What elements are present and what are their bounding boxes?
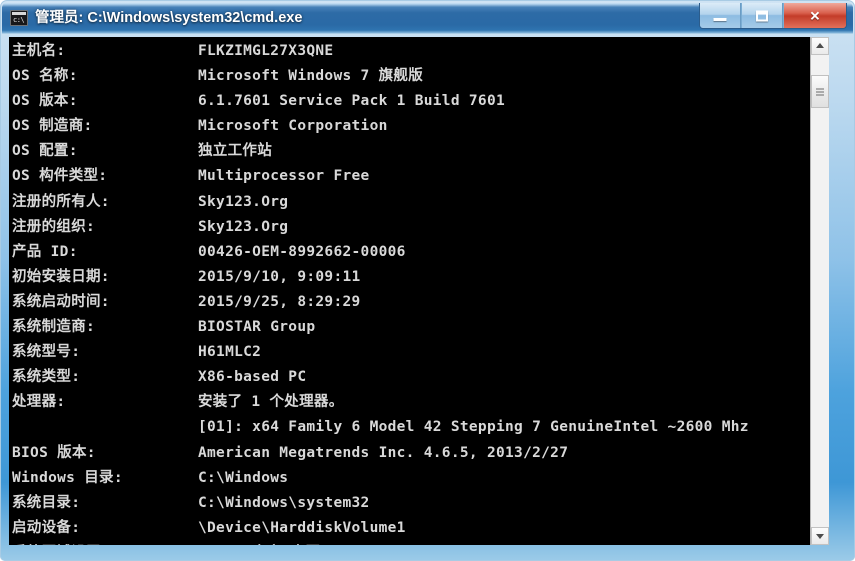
console-line: 系统目录: C:\Windows\system32 <box>12 491 829 516</box>
console-line-value: FLKZIMGL27X3QNE <box>198 43 334 59</box>
maximize-button[interactable] <box>741 3 783 28</box>
console-line: OS 构件类型: Multiprocessor Free <box>12 164 829 189</box>
console-line: 产品 ID: 00426-OEM-8992662-00006 <box>12 240 829 265</box>
console-line-label: 系统类型: <box>12 369 81 386</box>
minimize-icon <box>713 17 727 21</box>
console-line: 注册的所有人: Sky123.Org <box>12 190 829 215</box>
console-line: 系统类型: X86-based PC <box>12 365 829 390</box>
console-text: 主机名: FLKZIMGL27X3QNE OS 名称: Microsoft Windo… <box>12 39 829 545</box>
maximize-icon <box>756 10 768 21</box>
close-icon: ✕ <box>809 8 821 23</box>
console-line-value: Multiprocessor Free <box>198 168 370 185</box>
console-line-label: 初始安装日期: <box>12 268 110 285</box>
console-line-label: OS 构件类型: <box>12 168 108 185</box>
console-line-value: Sky123.Org <box>198 218 289 235</box>
grip-icon <box>816 88 824 95</box>
console-line-label: OS 版本: <box>12 93 78 110</box>
scroll-down-button[interactable] <box>811 527 829 545</box>
console-line-label: OS 名称: <box>12 68 78 85</box>
scroll-up-button[interactable] <box>811 37 829 55</box>
console-line-value: Microsoft Windows 7 旗舰版 <box>198 68 423 85</box>
console-line-value: American Megatrends Inc. 4.6.5, 2013/2/2… <box>198 444 569 461</box>
cmd-console-icon: c:\ <box>10 10 28 26</box>
console-line-value: 2015/9/10, 9:09:11 <box>198 268 361 285</box>
console-line-label: OS 配置: <box>12 143 78 160</box>
console-line-label: 注册的所有人: <box>12 193 110 210</box>
console-line: 系统制造商: BIOSTAR Group <box>12 315 829 340</box>
console-line-label: Windows 目录: <box>12 469 123 486</box>
console-scrollbar[interactable] <box>810 37 829 545</box>
console-line: 系统区域设置:zh-cn;中文(中国) <box>12 541 829 546</box>
console-line: 系统启动时间: 2015/9/25, 8:29:29 <box>12 290 829 315</box>
chevron-down-icon <box>816 534 824 539</box>
console-line: 系统型号: H61MLC2 <box>12 340 829 365</box>
icon-prompt-glyph: c:\ <box>13 16 25 24</box>
console-line: 启动设备: \Device\HarddiskVolume1 <box>12 516 829 541</box>
console-line-label: 系统启动时间: <box>12 293 110 310</box>
console-line-value: C:\Windows\system32 <box>198 494 370 511</box>
console-line-value: X86-based PC <box>198 369 307 386</box>
scrollbar-thumb[interactable] <box>811 75 829 108</box>
close-button[interactable]: ✕ <box>783 3 846 28</box>
console-output-area[interactable]: 主机名: FLKZIMGL27X3QNE OS 名称: Microsoft Windo… <box>9 37 829 545</box>
console-line: OS 制造商: Microsoft Corporation <box>12 114 829 139</box>
console-line: [01]: x64 Family 6 Model 42 Stepping 7 G… <box>12 415 829 440</box>
console-line-value: [01]: x64 Family 6 Model 42 Stepping 7 G… <box>198 419 749 436</box>
window-title: 管理员: C:\Windows\system32\cmd.exe <box>35 10 303 26</box>
console-line-label: 产品 ID: <box>12 243 78 260</box>
console-line-label: 主机名: <box>12 43 66 59</box>
console-line-value: C:\Windows <box>198 469 289 486</box>
console-line: OS 配置: 独立工作站 <box>12 139 829 164</box>
console-line-label: 系统制造商: <box>12 319 96 336</box>
console-line-label: 系统目录: <box>12 494 81 511</box>
console-line-value: 安装了 1 个处理器。 <box>198 394 344 411</box>
console-line: 注册的组织: Sky123.Org <box>12 215 829 240</box>
console-line: BIOS 版本: American Megatrends Inc. 4.6.5, … <box>12 441 829 466</box>
console-line-value: H61MLC2 <box>198 344 262 361</box>
console-line: 初始安装日期: 2015/9/10, 9:09:11 <box>12 265 829 290</box>
console-line: OS 名称: Microsoft Windows 7 旗舰版 <box>12 64 829 89</box>
console-line-value: zh-cn;中文(中国) <box>198 541 329 546</box>
console-line-label: BIOS 版本: <box>12 444 96 461</box>
console-line-label: 处理器: <box>12 394 66 411</box>
minimize-button[interactable] <box>700 3 741 28</box>
console-line-value: Microsoft Corporation <box>198 118 388 135</box>
console-line: OS 版本: 6.1.7601 Service Pack 1 Build 7601 <box>12 89 829 114</box>
icon-titlebar-strip <box>12 12 26 15</box>
chevron-up-icon <box>816 43 824 48</box>
console-line-value: \Device\HarddiskVolume1 <box>198 519 406 536</box>
window-controls: ✕ <box>699 3 847 29</box>
console-line-value: 2015/9/25, 8:29:29 <box>198 293 361 310</box>
cmd-window: c:\ 管理员: C:\Windows\system32\cmd.exe ✕ 主… <box>0 0 855 561</box>
console-line-label: 系统区域设置: <box>12 541 198 546</box>
console-line-value: BIOSTAR Group <box>198 319 316 336</box>
console-line-label: 启动设备: <box>12 519 81 536</box>
console-line-value: Sky123.Org <box>198 193 289 210</box>
console-line-label: 系统型号: <box>12 344 81 361</box>
console-line-label: OS 制造商: <box>12 118 93 135</box>
console-line: 处理器: 安装了 1 个处理器。 <box>12 390 829 415</box>
console-line-value: 独立工作站 <box>198 143 272 160</box>
console-line: Windows 目录: C:\Windows <box>12 466 829 491</box>
console-line-value: 00426-OEM-8992662-00006 <box>198 243 406 260</box>
console-line-value: 6.1.7601 Service Pack 1 Build 7601 <box>198 93 506 110</box>
title-bar[interactable]: c:\ 管理员: C:\Windows\system32\cmd.exe ✕ <box>2 2 853 34</box>
console-line-label: 注册的组织: <box>12 218 96 235</box>
console-line: 主机名: FLKZIMGL27X3QNE <box>12 39 829 64</box>
